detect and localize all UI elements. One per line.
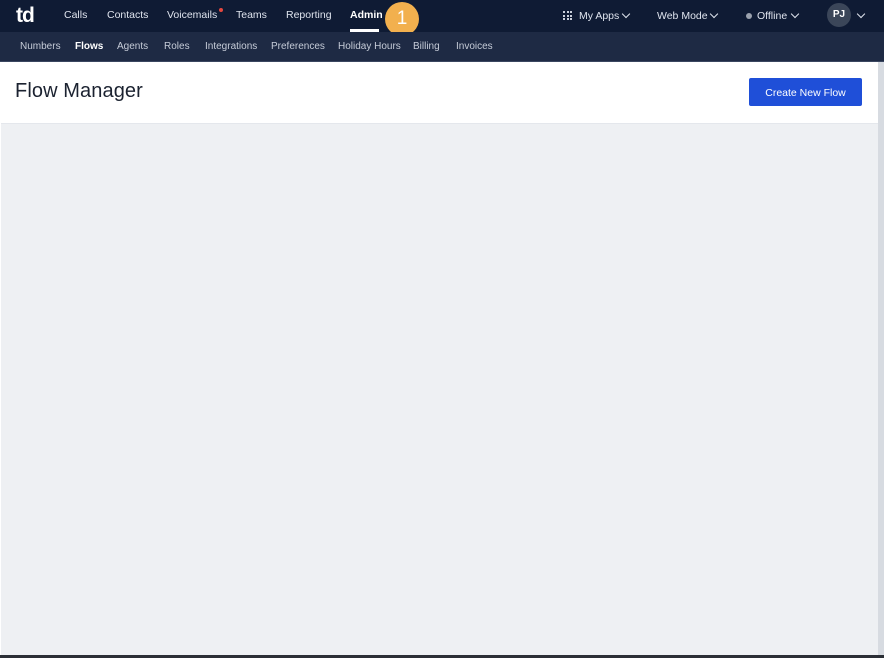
- top-navigation-bar: td Calls Contacts Voicemails Teams Repor…: [0, 0, 884, 36]
- chevron-down-icon[interactable]: [621, 9, 631, 19]
- app-logo[interactable]: td: [16, 4, 35, 28]
- my-apps-menu[interactable]: My Apps: [579, 10, 619, 23]
- page-header: Flow Manager Create New Flow: [1, 62, 878, 124]
- page-title: Flow Manager: [15, 80, 143, 102]
- subnav-integrations[interactable]: Integrations: [205, 41, 257, 52]
- subnav-numbers[interactable]: Numbers: [20, 41, 61, 52]
- subnav-holiday-hours[interactable]: Holiday Hours: [338, 41, 401, 52]
- admin-subnavigation: Numbers Flows Agents Roles Integrations …: [0, 32, 884, 62]
- scrollbar-track[interactable]: [878, 62, 884, 658]
- flow-list-area: [1, 124, 878, 656]
- subnav-flows[interactable]: Flows: [75, 41, 103, 52]
- subnav-preferences[interactable]: Preferences: [271, 41, 325, 52]
- nav-reporting[interactable]: Reporting: [286, 9, 332, 22]
- nav-voicemails[interactable]: Voicemails: [167, 9, 217, 22]
- status-indicator-icon: [746, 13, 752, 19]
- status-menu[interactable]: Offline: [757, 10, 787, 23]
- subnav-roles[interactable]: Roles: [164, 41, 190, 52]
- subnav-billing[interactable]: Billing: [413, 41, 440, 52]
- chevron-down-icon[interactable]: [856, 9, 866, 19]
- nav-teams[interactable]: Teams: [236, 9, 267, 22]
- create-new-flow-button[interactable]: Create New Flow: [749, 78, 862, 106]
- apps-grid-icon: [563, 11, 572, 20]
- chevron-down-icon[interactable]: [709, 9, 719, 19]
- nav-calls[interactable]: Calls: [64, 9, 87, 22]
- voicemail-notification-dot: [219, 8, 223, 12]
- subnav-agents[interactable]: Agents: [117, 41, 148, 52]
- nav-contacts[interactable]: Contacts: [107, 9, 148, 22]
- user-avatar[interactable]: PJ: [827, 3, 851, 27]
- chevron-down-icon[interactable]: [790, 9, 800, 19]
- web-mode-menu[interactable]: Web Mode: [657, 10, 708, 23]
- subnav-invoices[interactable]: Invoices: [456, 41, 493, 52]
- step-number-badge: 1: [385, 2, 419, 36]
- nav-admin[interactable]: Admin: [350, 9, 383, 22]
